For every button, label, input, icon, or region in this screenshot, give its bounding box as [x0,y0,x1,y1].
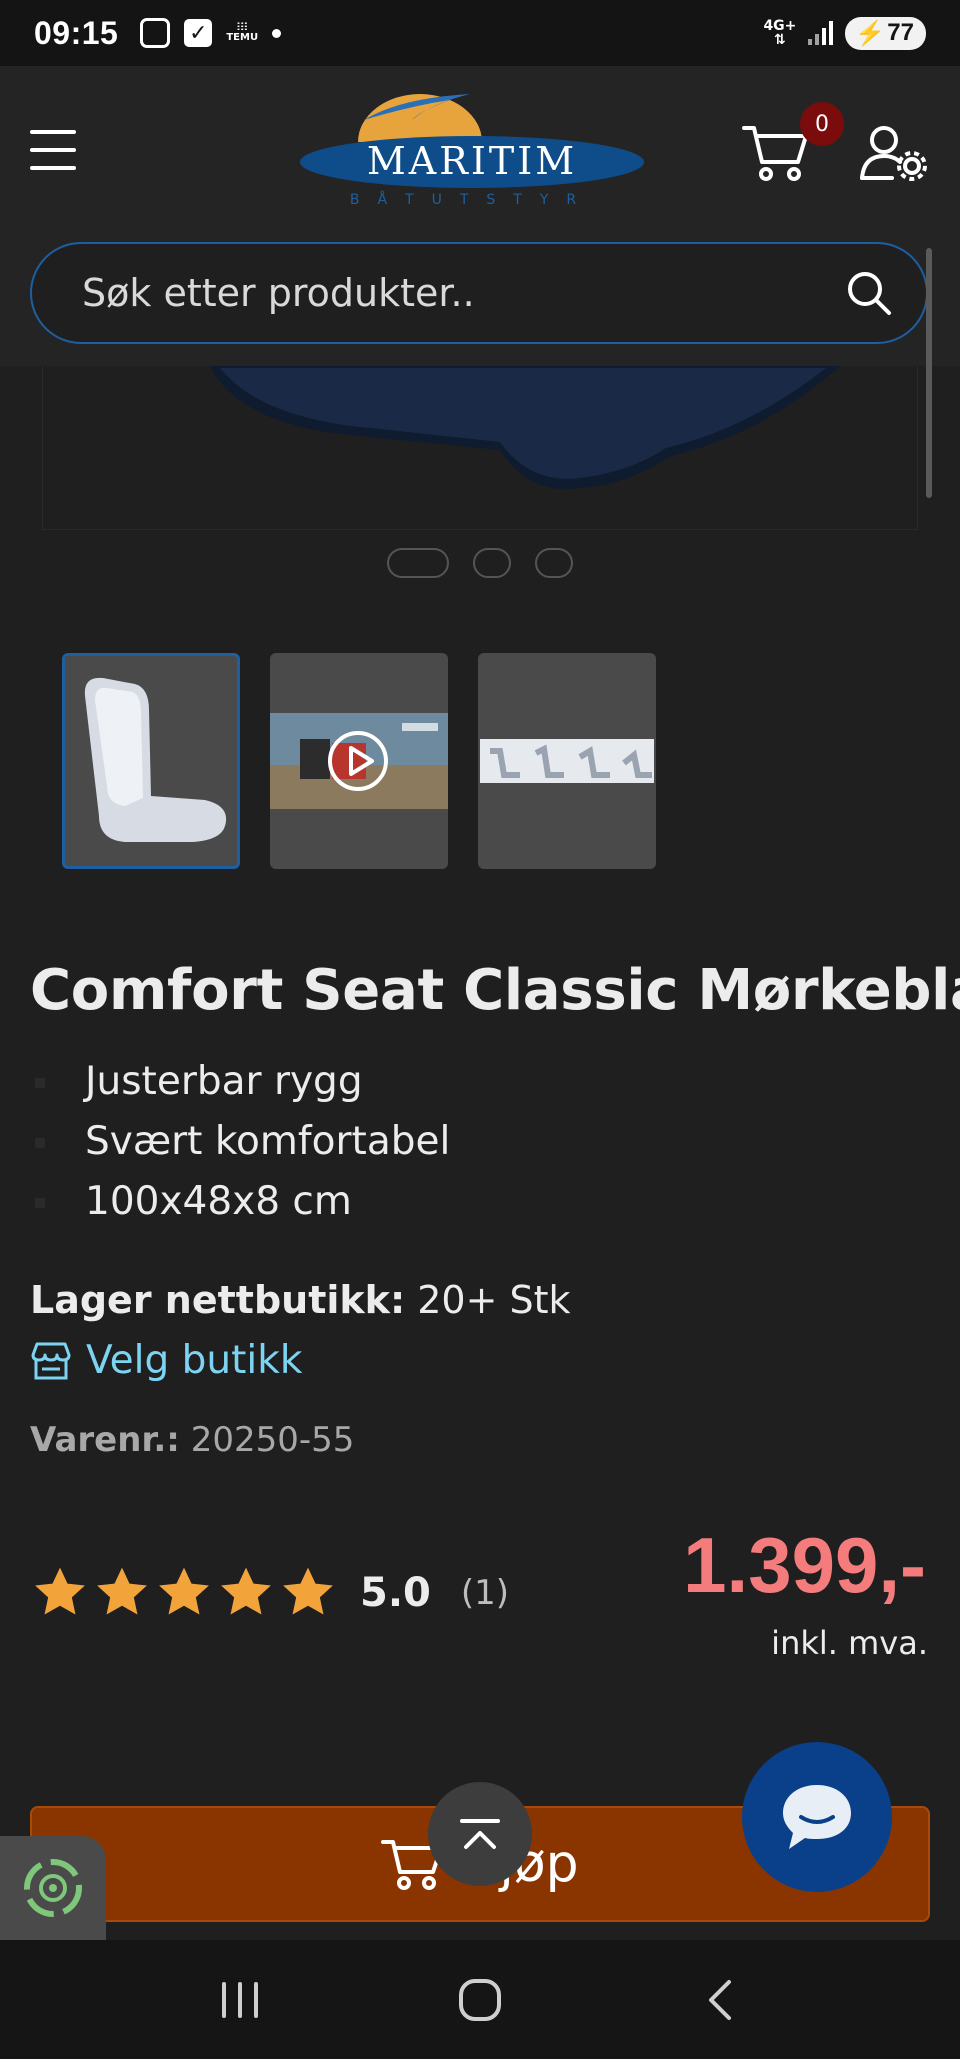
seat-image [84,677,227,842]
store-icon [31,1342,71,1379]
seat-positions-image [480,739,654,783]
home-icon [459,1978,501,2021]
chevron-up-icon [460,1819,500,1849]
product-image-gallery[interactable] [0,366,960,536]
thumbnail-seat[interactable] [62,653,240,869]
thumbnail-video[interactable] [270,653,448,869]
screenshot-icon [140,18,171,48]
carousel-dot[interactable] [473,548,511,578]
status-time: 09:15 [34,14,119,51]
cart-count-badge: 0 [800,102,844,146]
logo-subtext: BÅTUTSTYR [350,191,594,208]
select-store-label: Velg butikk [86,1338,303,1383]
carousel-dot[interactable] [387,548,449,578]
search-icon[interactable] [846,270,892,316]
notification-dot-icon [272,28,282,38]
thumbnail-strip [62,653,656,869]
search-bar [30,242,928,344]
cart-icon[interactable] [742,122,810,184]
play-icon[interactable] [326,729,390,793]
rating-count: (1) [460,1573,510,1613]
stock-label: Lager nettbutikk: [30,1278,406,1322]
network-type: 4G+ ⇅ [763,18,797,48]
hamburger-menu-icon[interactable] [30,130,76,170]
feature-list: Justerbar rygg Svært komfortabel 100x48x… [30,1052,450,1232]
site-header: MARITIM BÅTUTSTYR 0 [0,66,960,366]
recents-button[interactable] [205,1970,275,2030]
sku-info: Varenr.: 20250-55 [30,1420,354,1460]
battery-indicator: ⚡ 77 [845,16,926,50]
check-icon: ✓ [184,19,213,47]
stock-value: 20+ Stk [417,1278,571,1322]
chat-button[interactable] [742,1742,892,1892]
recycle-icon [24,1859,82,1917]
sku-label: Varenr.: [30,1420,180,1460]
system-nav-bar [0,1940,960,2059]
stock-info: Lager nettbutikk: 20+ Stk [30,1278,571,1322]
main-product-image [210,366,840,490]
signal-icon [808,21,834,45]
star-rating [30,1564,338,1622]
recycle-widget[interactable] [0,1836,106,1940]
select-store-link[interactable]: Velg butikk [30,1338,302,1383]
vat-note: inkl. mva. [771,1624,928,1662]
recents-icon [222,1981,258,2018]
chat-bubble-icon [783,1785,851,1849]
feature-item: Svært komfortabel [30,1112,450,1172]
star-icon [35,1567,85,1615]
carousel-dots [0,548,960,578]
carousel-dot[interactable] [535,548,573,578]
star-icon [159,1567,209,1615]
feature-item: Justerbar rygg [30,1052,450,1112]
rating-value: 5.0 [360,1570,431,1616]
logo-text: MARITIM [367,139,577,183]
temu-icon: ⵗⵗⵗ TEMU [226,22,259,43]
back-icon [709,1979,731,2020]
feature-item: 100x48x8 cm [30,1172,450,1232]
back-button[interactable] [685,1970,755,2030]
user-settings-icon[interactable] [860,124,928,182]
star-icon [97,1567,147,1615]
scroll-to-top-button[interactable] [428,1782,532,1886]
star-icon [283,1567,333,1615]
product-rating[interactable]: 5.0 (1) [30,1564,509,1622]
product-price: 1.399,- [683,1521,926,1609]
maritim-logo[interactable]: MARITIM BÅTUTSTYR [300,90,645,210]
star-icon [221,1567,271,1615]
sku-value: 20250-55 [190,1420,355,1460]
product-title: Comfort Seat Classic Mørkeblå [30,958,960,1023]
home-button[interactable] [445,1970,515,2030]
search-input[interactable] [82,271,846,315]
status-bar: 09:15 ✓ ⵗⵗⵗ TEMU 4G+ ⇅ ⚡ 77 [0,0,960,66]
page-scrollbar[interactable] [926,248,932,498]
thumbnail-strip-image[interactable] [478,653,656,869]
